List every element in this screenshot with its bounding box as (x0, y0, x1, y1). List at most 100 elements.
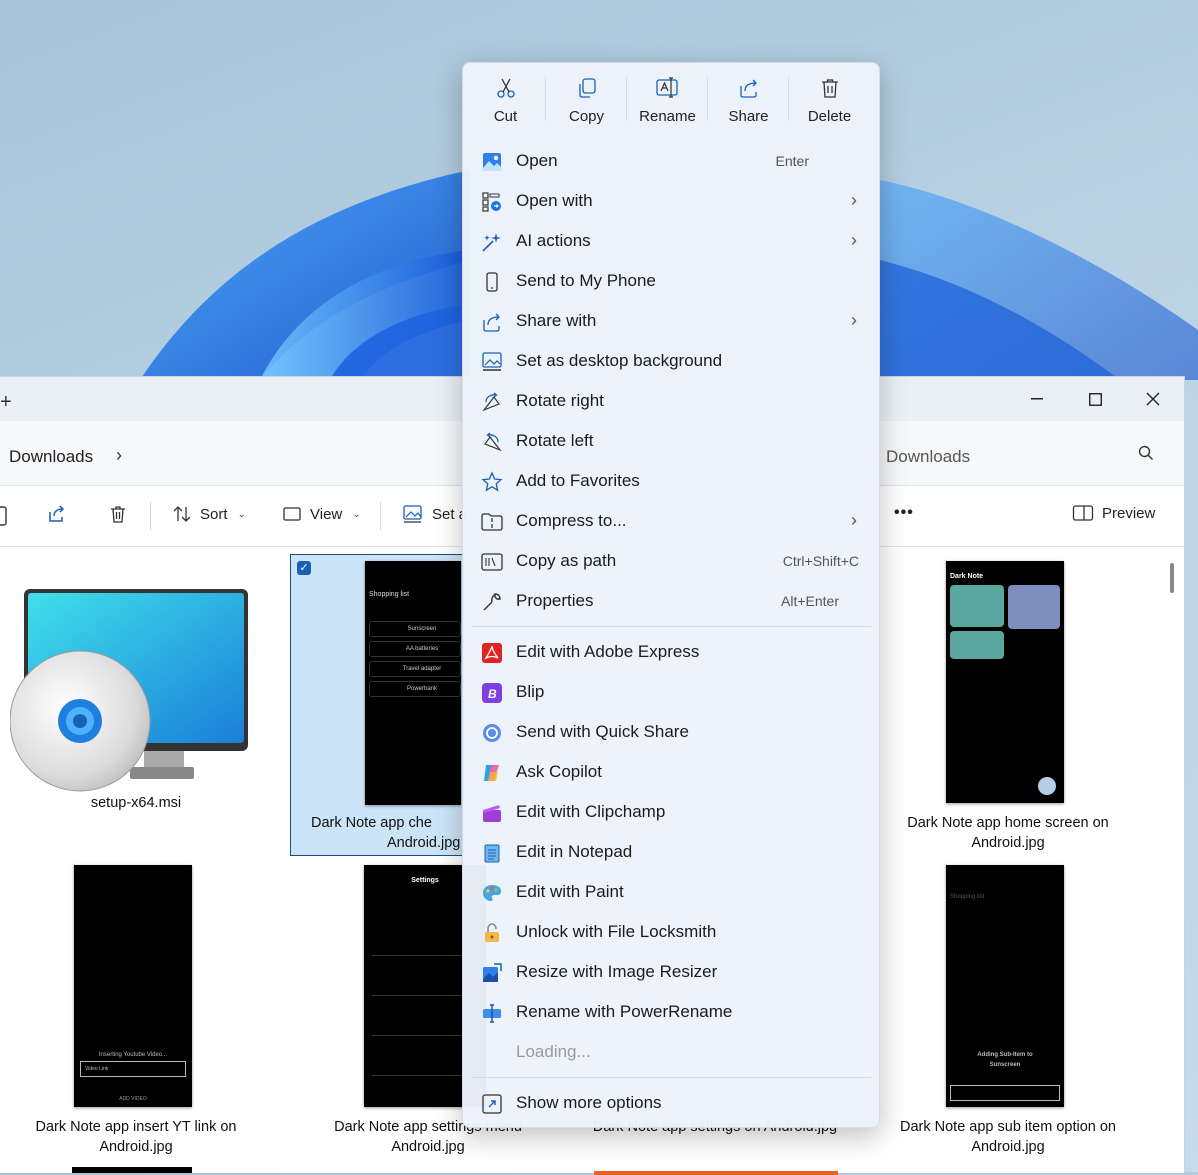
file-item[interactable]: Dark Note Dark Note app home screen on A… (890, 557, 1126, 851)
menu-item-rotate-right[interactable]: Rotate right (463, 381, 879, 421)
rename-button[interactable]: Rename (627, 63, 708, 135)
close-button[interactable] (1130, 383, 1176, 415)
star-icon (481, 471, 503, 492)
file-item[interactable]: Inserting Youtube Video... Video Link AD… (18, 861, 254, 1161)
file-name: setup-x64.msi (90, 795, 182, 811)
minimize-icon (1031, 398, 1043, 400)
menu-item-rotate-left[interactable]: Rotate left (463, 421, 879, 461)
maximize-icon (1088, 392, 1102, 406)
cut-button[interactable]: Cut (465, 63, 546, 135)
new-tab-button[interactable]: + (0, 391, 12, 414)
checkbox[interactable]: ✓ (297, 561, 311, 575)
file-item[interactable]: setup-x64.msi (6, 557, 266, 847)
chevron-down-icon: ⌄ (352, 508, 361, 520)
copy-button[interactable]: Copy (546, 63, 627, 135)
more-options-button[interactable]: ••• (894, 504, 914, 522)
minimize-button[interactable] (1014, 383, 1060, 415)
menu-item-set-desktop-background[interactable]: Set as desktop background (463, 341, 879, 381)
close-icon (1146, 392, 1160, 406)
file-thumbnail: Dark Note (946, 561, 1064, 803)
set-background-button[interactable]: Set a (402, 504, 467, 524)
paint-icon (483, 885, 501, 901)
phone-icon (486, 272, 498, 292)
preview-pane-button[interactable]: Preview (1072, 504, 1155, 522)
chevron-right-icon: › (851, 310, 857, 330)
scissors-icon (496, 78, 515, 98)
menu-item-blip[interactable]: B Blip (463, 672, 879, 712)
partial-icon (0, 506, 7, 526)
rotate-right-icon (482, 392, 500, 412)
menu-item-open[interactable]: Open Enter (463, 141, 879, 181)
file-name-line2: Android.jpg (99, 1139, 173, 1155)
image-resizer-icon (483, 963, 502, 982)
breadcrumb-chevron-icon[interactable]: › (116, 445, 122, 466)
maximize-button[interactable] (1072, 383, 1118, 415)
quick-share-icon (483, 724, 501, 742)
vertical-scrollbar[interactable] (1170, 563, 1174, 593)
wrench-icon (483, 593, 501, 611)
menu-item-ai-actions[interactable]: AI actions › (463, 221, 879, 261)
file-thumbnail: Inserting Youtube Video... Video Link AD… (74, 865, 192, 1107)
menu-item-power-rename[interactable]: Rename with PowerRename (463, 992, 879, 1032)
menu-item-share-with[interactable]: Share with › (463, 301, 879, 341)
show-more-icon (482, 1094, 502, 1114)
delete-button[interactable]: Delete (789, 63, 870, 135)
file-name-line2: Android.jpg (971, 835, 1045, 851)
rotate-left-icon (484, 432, 502, 452)
file-thumbnail: Shopping list Sunscreen AA batteries Tra… (365, 561, 461, 805)
menu-item-compress-to[interactable]: Compress to... › (463, 501, 879, 541)
menu-item-open-with[interactable]: Open with › (463, 181, 879, 221)
search-icon[interactable] (1138, 445, 1154, 461)
search-input[interactable]: Downloads (886, 447, 970, 467)
trash-icon (111, 506, 125, 523)
menu-item-send-to-phone[interactable]: Send to My Phone (463, 261, 879, 301)
menu-item-properties[interactable]: Properties Alt+Enter (463, 581, 879, 621)
sparkle-icon (482, 233, 501, 252)
copy-path-icon (481, 553, 503, 571)
blip-icon: B (482, 683, 502, 703)
menu-item-show-more-options[interactable]: Show more options (463, 1083, 879, 1123)
share-icon (483, 313, 500, 332)
desktop-background-icon (482, 352, 502, 371)
sort-icon (173, 506, 191, 522)
menu-item-paint[interactable]: Edit with Paint (463, 872, 879, 912)
chevron-right-icon: › (851, 190, 857, 210)
preview-pane-icon (1072, 505, 1094, 521)
notepad-icon (484, 844, 500, 863)
search-box[interactable]: Downloads (880, 435, 1170, 471)
menu-item-notepad[interactable]: Edit in Notepad (463, 832, 879, 872)
menu-item-image-resizer[interactable]: Resize with Image Resizer (463, 952, 879, 992)
rename-icon (655, 76, 678, 98)
menu-items: Open Enter Open with › AI actions › Send… (463, 141, 879, 1123)
menu-item-ask-copilot[interactable]: Ask Copilot (463, 752, 879, 792)
menu-item-quick-share[interactable]: Send with Quick Share (463, 712, 879, 752)
trash-icon (821, 78, 838, 98)
menu-item-clipchamp[interactable]: Edit with Clipchamp (463, 792, 879, 832)
svg-text:B: B (488, 687, 497, 701)
share-icon (49, 505, 65, 522)
breadcrumb[interactable]: Downloads (9, 447, 93, 467)
menu-item-loading: Loading... (516, 1042, 591, 1061)
sort-button[interactable]: Sort ⌄ (172, 504, 246, 524)
menu-item-file-locksmith[interactable]: Unlock with File Locksmith (463, 912, 879, 952)
menu-item-copy-as-path[interactable]: Copy as path Ctrl+Shift+C (463, 541, 879, 581)
file-name-line1: Dark Note app sub item option on (899, 1119, 1116, 1135)
file-name-line1: Dark Note app che (311, 815, 432, 831)
chevron-right-icon: › (851, 230, 857, 250)
chevron-right-icon: › (851, 510, 857, 530)
adobe-express-icon (482, 643, 502, 663)
menu-item-add-to-favorites[interactable]: Add to Favorites (463, 461, 879, 501)
file-name-line2: Android.jpg (391, 1139, 465, 1155)
file-name-line2: Android.jpg (971, 1139, 1045, 1155)
share-button[interactable]: Share (708, 63, 789, 135)
view-button[interactable]: View ⌄ (282, 504, 361, 524)
quick-actions-bar: Cut Copy Rename Share Delete (463, 63, 881, 135)
installer-icon (10, 589, 248, 792)
file-item[interactable]: Shopping list Adding Sub-Item to Sunscre… (890, 861, 1126, 1161)
share-button[interactable] (47, 504, 67, 524)
power-rename-icon (483, 1004, 501, 1023)
file-item-selected[interactable]: ✓ Shopping list Sunscreen AA batteries T… (290, 554, 464, 856)
menu-item-adobe-express[interactable]: Edit with Adobe Express (463, 632, 879, 672)
delete-button[interactable] (108, 504, 128, 524)
context-menu: Cut Copy Rename Share Delete Open Enter … (462, 62, 880, 1128)
